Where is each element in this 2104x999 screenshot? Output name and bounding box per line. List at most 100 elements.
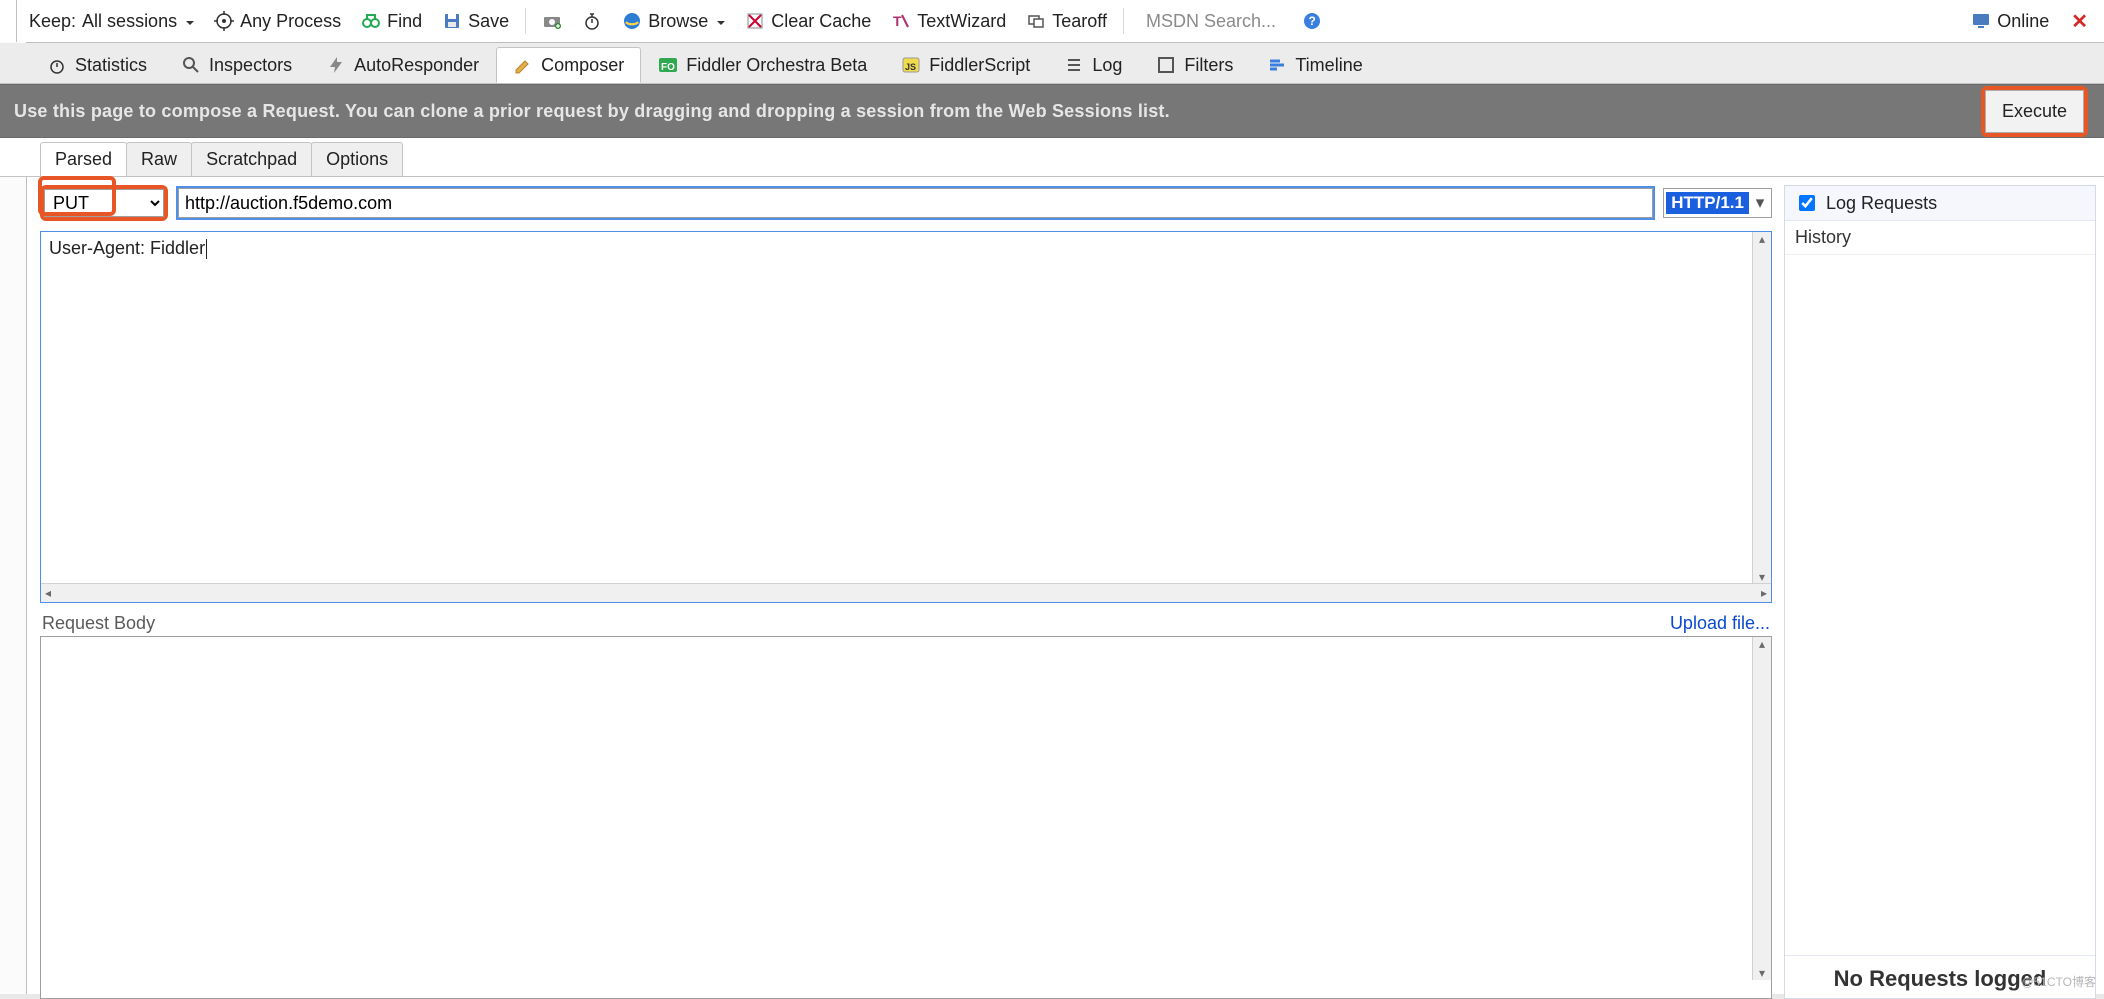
timer-button[interactable]	[574, 7, 610, 35]
highlight-execute: Execute	[1981, 86, 2088, 137]
tab-label: Timeline	[1295, 55, 1362, 76]
request-body-label: Request Body	[42, 613, 155, 634]
url-input[interactable]	[178, 188, 1653, 218]
camera-icon	[542, 11, 562, 31]
tab-composer[interactable]: Composer	[496, 47, 641, 83]
tearoff-icon	[1026, 11, 1046, 31]
composer-side-panel: Log Requests History No Requests logged	[1784, 185, 2096, 999]
tab-label: Composer	[541, 55, 624, 76]
tab-filters[interactable]: Filters	[1139, 47, 1250, 83]
keep-value: All sessions	[82, 11, 177, 32]
composer-workarea: PUT HTTP/1.1 ▾ User-Agent: Fiddler ▴▾ ◂▸…	[0, 177, 2104, 999]
text-wizard-button[interactable]: T TextWizard	[883, 7, 1014, 36]
save-button[interactable]: Save	[434, 7, 517, 36]
log-requests-row[interactable]: Log Requests	[1785, 186, 2095, 221]
subtab-scratchpad[interactable]: Scratchpad	[191, 142, 312, 176]
http-version-value: HTTP/1.1	[1666, 192, 1749, 214]
http-version-select[interactable]: HTTP/1.1 ▾	[1663, 188, 1772, 218]
watermark: @51CTO博客	[2021, 973, 2096, 990]
keep-prefix: Keep:	[29, 11, 76, 32]
history-header[interactable]: History	[1785, 221, 2095, 255]
find-button[interactable]: Find	[353, 7, 430, 36]
tab-autoresponder[interactable]: AutoResponder	[309, 47, 496, 83]
svg-text:FO: FO	[661, 62, 675, 73]
text-caret	[206, 239, 207, 259]
subtab-options[interactable]: Options	[311, 142, 403, 176]
tab-orchestra[interactable]: FO Fiddler Orchestra Beta	[641, 47, 884, 83]
close-icon[interactable]: ✕	[2061, 9, 2098, 34]
magnifier-icon	[181, 55, 201, 75]
help-icon: ?	[1302, 11, 1322, 31]
left-gutter	[0, 42, 27, 994]
save-icon	[442, 11, 462, 31]
execute-button[interactable]: Execute	[1985, 90, 2084, 133]
chevron-down-icon	[183, 11, 194, 32]
any-process-button[interactable]: Any Process	[206, 7, 349, 36]
top-toolbar: Keep: All sessions Any Process Find Save…	[0, 0, 2104, 43]
instruction-text: Use this page to compose a Request. You …	[14, 101, 1981, 122]
tab-label: AutoResponder	[354, 55, 479, 76]
view-tab-bar: Statistics Inspectors AutoResponder Comp…	[0, 43, 2104, 84]
toolbar-separator	[525, 8, 526, 34]
keep-sessions-dropdown[interactable]: Keep: All sessions	[21, 7, 202, 36]
headers-text: User-Agent: Fiddler	[49, 238, 205, 258]
tab-label: FiddlerScript	[929, 55, 1030, 76]
instruction-banner: Use this page to compose a Request. You …	[0, 84, 2104, 138]
subtab-parsed[interactable]: Parsed	[40, 142, 127, 176]
chevron-down-icon	[714, 11, 725, 32]
svg-text:T: T	[893, 13, 902, 29]
toolbar-edge	[0, 0, 17, 42]
js-badge-icon: JS	[901, 55, 921, 75]
browse-label: Browse	[648, 11, 708, 32]
tab-inspectors[interactable]: Inspectors	[164, 47, 309, 83]
svg-text:?: ?	[1309, 14, 1316, 28]
composer-left-panel: PUT HTTP/1.1 ▾ User-Agent: Fiddler ▴▾ ◂▸…	[40, 185, 1772, 999]
vertical-scrollbar[interactable]: ▴▾	[1752, 637, 1771, 980]
save-label: Save	[468, 11, 509, 32]
vertical-scrollbar[interactable]: ▴▾	[1752, 232, 1771, 584]
tab-fiddlerscript[interactable]: JS FiddlerScript	[884, 47, 1047, 83]
request-body-labels: Request Body Upload file...	[42, 613, 1770, 634]
tab-log[interactable]: Log	[1047, 47, 1139, 83]
request-line: PUT HTTP/1.1 ▾	[40, 185, 1772, 221]
any-process-label: Any Process	[240, 11, 341, 32]
tab-label: Inspectors	[209, 55, 292, 76]
tab-statistics[interactable]: Statistics	[30, 47, 164, 83]
clear-cache-label: Clear Cache	[771, 11, 871, 32]
horizontal-scrollbar[interactable]: ◂▸	[41, 583, 1771, 602]
highlight-method: PUT	[40, 185, 168, 221]
toolbar-separator	[1123, 8, 1124, 34]
text-wizard-label: TextWizard	[917, 11, 1006, 32]
pencil-icon	[513, 55, 533, 75]
subtab-raw[interactable]: Raw	[126, 142, 192, 176]
list-icon	[1064, 55, 1084, 75]
request-headers-textarea[interactable]: User-Agent: Fiddler ▴▾ ◂▸	[40, 231, 1772, 603]
text-wizard-icon: T	[891, 11, 911, 31]
log-requests-label: Log Requests	[1826, 193, 1937, 214]
clear-cache-icon	[745, 11, 765, 31]
binoculars-icon	[361, 11, 381, 31]
log-requests-checkbox[interactable]	[1799, 195, 1815, 211]
tearoff-label: Tearoff	[1052, 11, 1107, 32]
clear-cache-button[interactable]: Clear Cache	[737, 7, 879, 36]
msdn-search[interactable]: MSDN Search...	[1132, 11, 1290, 32]
stopwatch-icon	[582, 11, 602, 31]
tab-label: Log	[1092, 55, 1122, 76]
upload-file-link[interactable]: Upload file...	[1670, 613, 1770, 634]
tearoff-button[interactable]: Tearoff	[1018, 7, 1115, 36]
screenshot-button[interactable]	[534, 7, 570, 35]
browse-button[interactable]: Browse	[614, 7, 733, 36]
tab-label: Statistics	[75, 55, 147, 76]
history-list-empty	[1785, 255, 2095, 955]
online-label: Online	[1997, 11, 2049, 32]
checkbox-icon	[1156, 55, 1176, 75]
timeline-icon	[1267, 55, 1287, 75]
find-label: Find	[387, 11, 422, 32]
request-body-textarea[interactable]: ▴▾	[40, 636, 1772, 999]
online-indicator[interactable]: Online	[1963, 7, 2057, 36]
monitor-icon	[1971, 11, 1991, 31]
tab-timeline[interactable]: Timeline	[1250, 47, 1379, 83]
help-button[interactable]: ?	[1294, 7, 1330, 35]
tab-label: Filters	[1184, 55, 1233, 76]
http-method-select[interactable]: PUT	[44, 189, 164, 217]
